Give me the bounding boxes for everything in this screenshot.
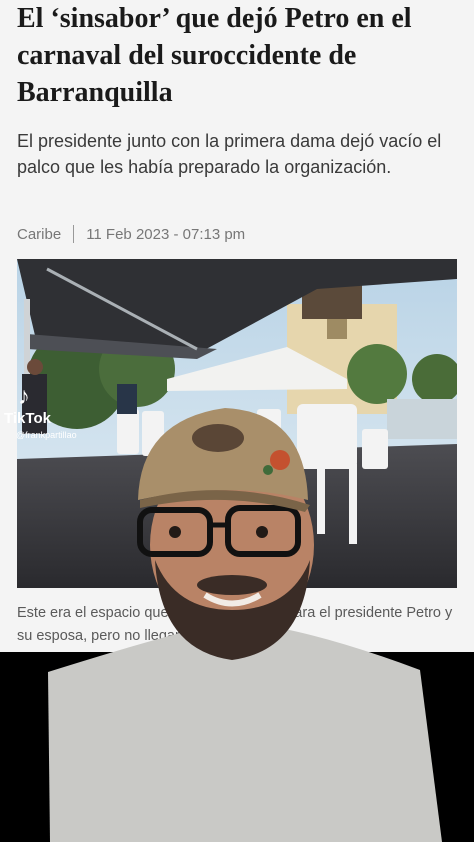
tiktok-username: @frankpartillao — [16, 430, 77, 440]
article-screenshot: El ‘sinsabor’ que dejó Petro en el carna… — [0, 0, 474, 652]
tiktok-logo-icon: ♪ — [18, 383, 30, 410]
section-label[interactable]: Caribe — [17, 226, 61, 243]
stage-scene-illustration — [17, 259, 457, 588]
publish-date: 11 Feb 2023 - 07:13 pm — [86, 225, 246, 243]
article-photo — [17, 259, 457, 588]
meta-divider — [73, 225, 75, 243]
tiktok-app-name: TikTok — [4, 410, 51, 427]
article-meta: Caribe 11 Feb 2023 - 07:13 pm — [17, 225, 245, 243]
subtitle: El presidente junto con la primera dama … — [17, 131, 442, 177]
headline: El ‘sinsabor’ que dejó Petro en el carna… — [17, 3, 412, 108]
tiktok-watermark: ♪ TikTok @frankpartillao — [4, 384, 77, 444]
photo-caption: Este era el espacio que estaba dispuesto… — [17, 605, 453, 644]
